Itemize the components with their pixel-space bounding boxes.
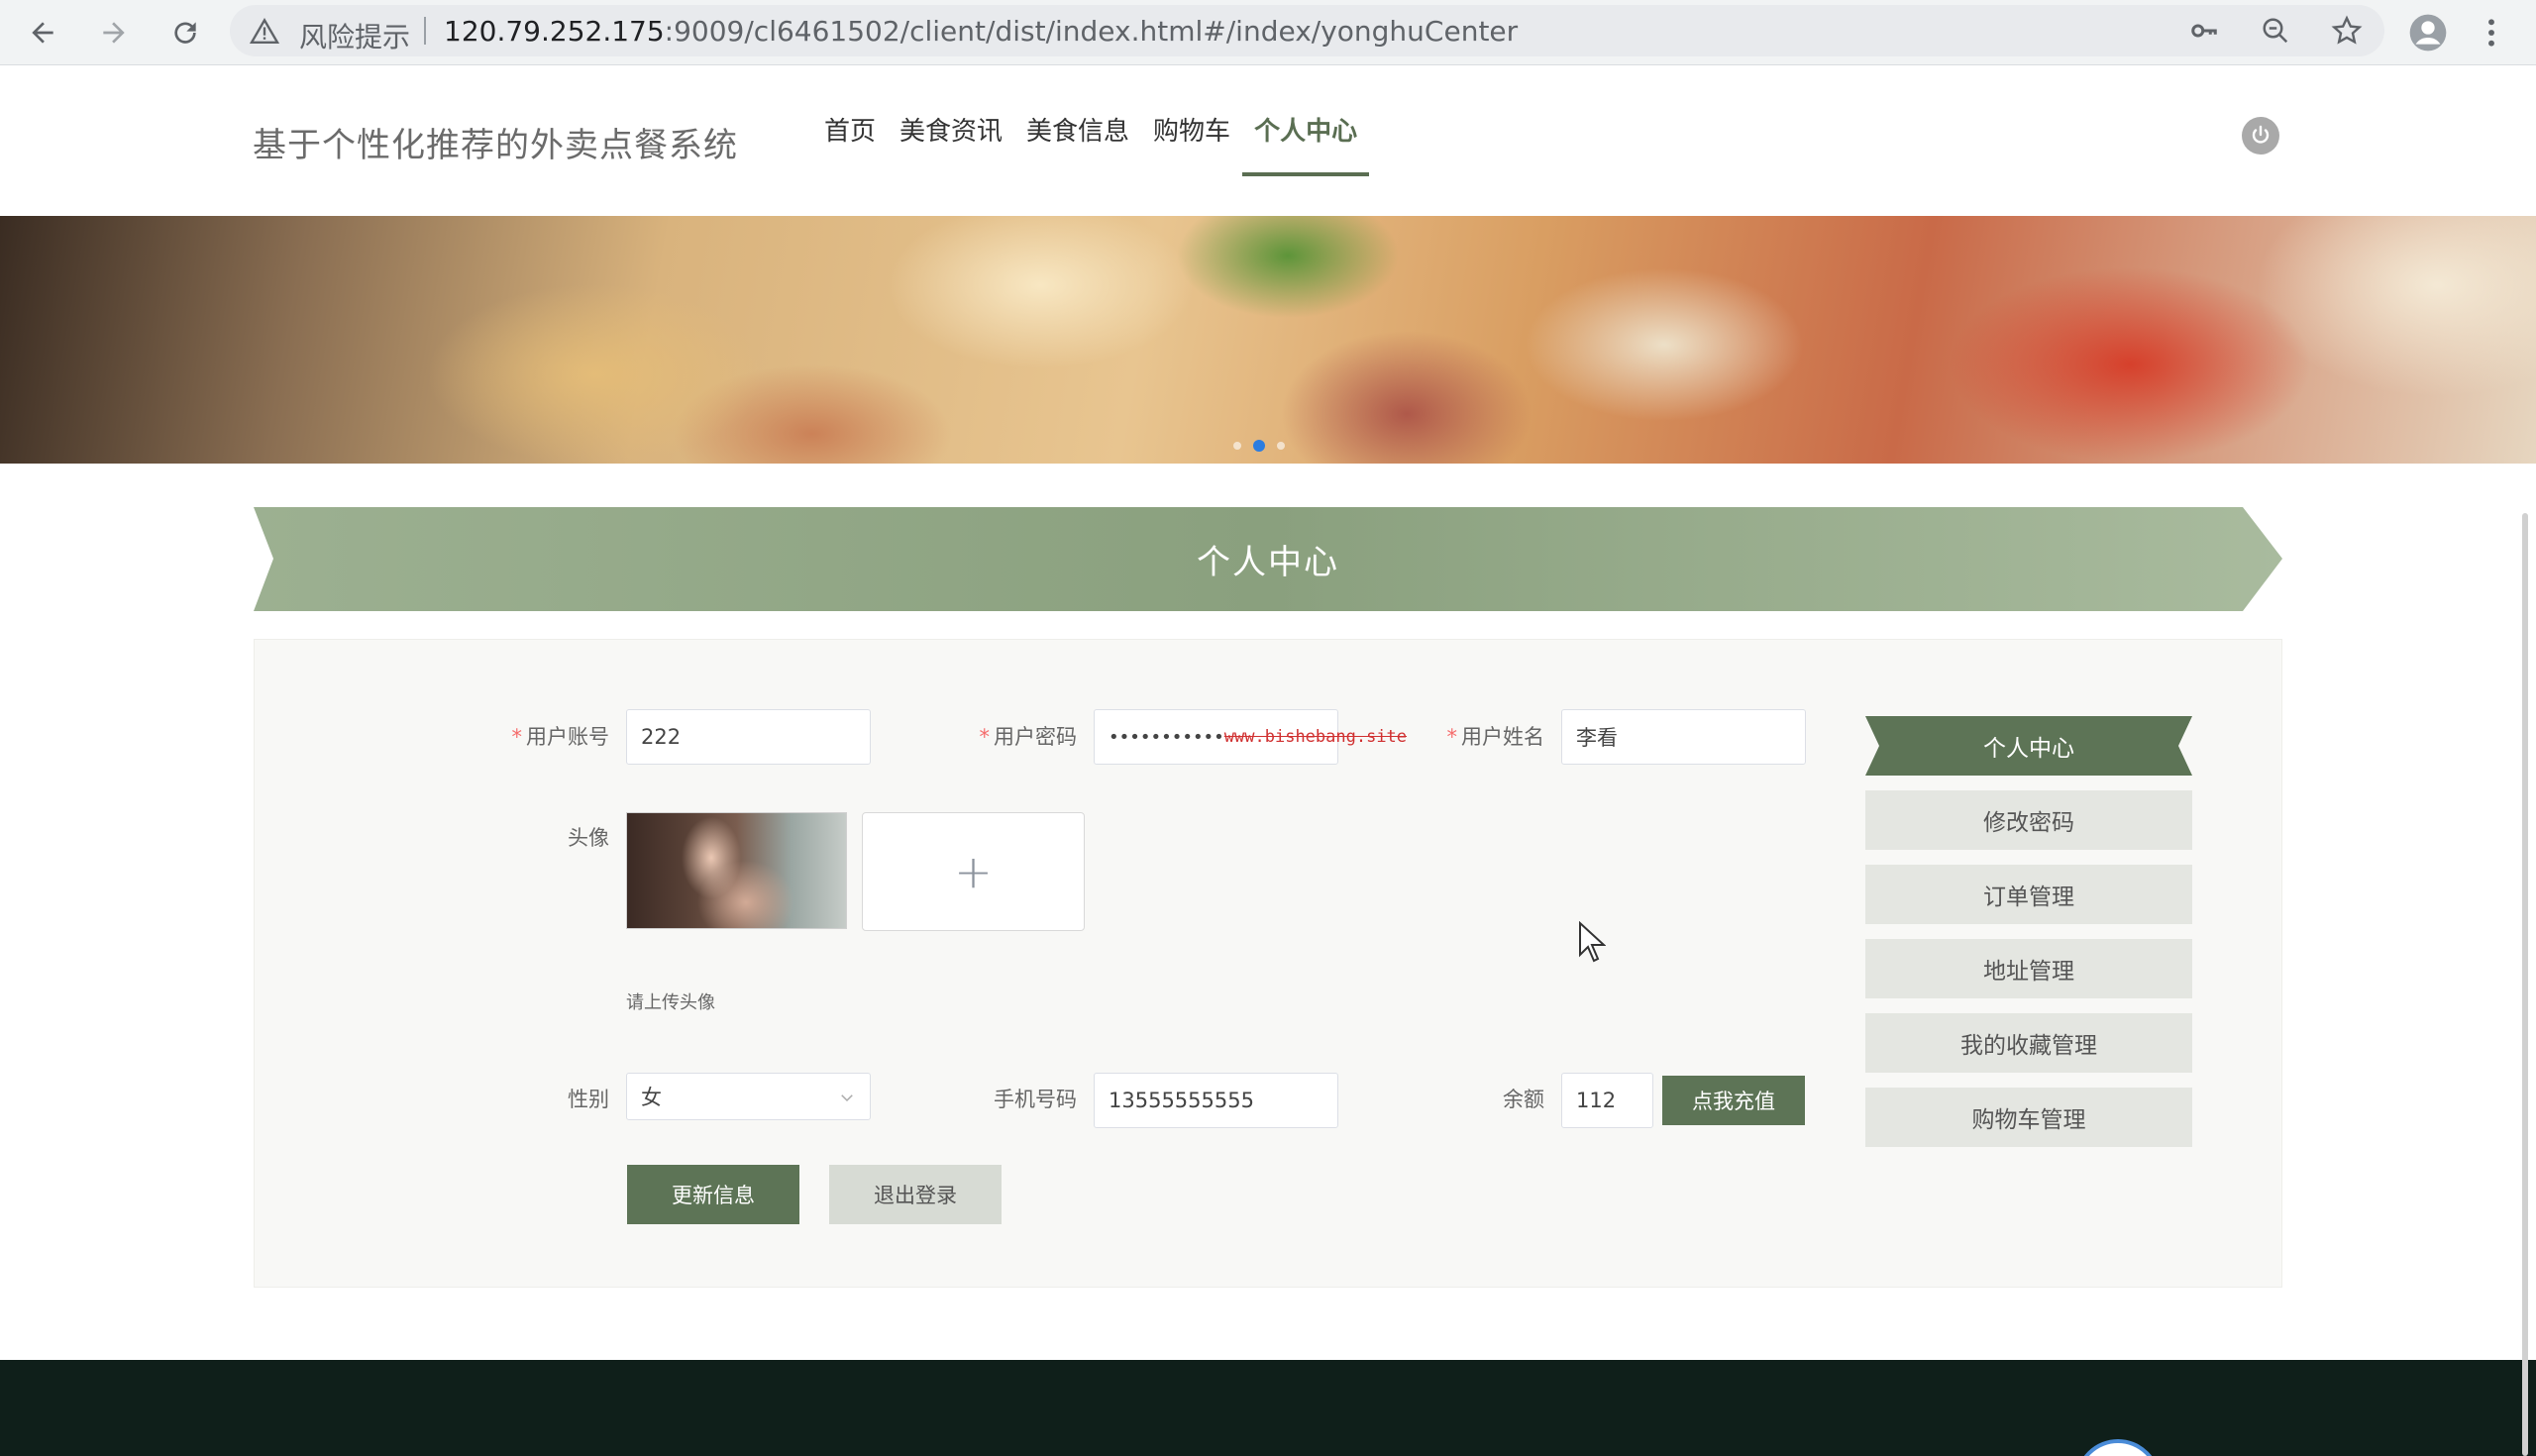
account-input[interactable]: 222 [626, 709, 871, 765]
gender-label: 性别 [568, 1088, 609, 1111]
chevron-down-icon [838, 1088, 856, 1111]
bookmark-star-icon[interactable] [2329, 13, 2365, 49]
power-icon[interactable] [2242, 117, 2279, 155]
menu-change-password[interactable]: 修改密码 [1865, 790, 2192, 850]
name-input[interactable]: 李看 [1561, 709, 1806, 765]
zoom-out-icon[interactable] [2258, 13, 2293, 49]
site-header: 基于个性化推荐的外卖点餐系统 首页 美食资讯 美食信息 购物车 个人中心 [0, 65, 2536, 216]
menu-address-management[interactable]: 地址管理 [1865, 939, 2192, 998]
nav-user-center[interactable]: 个人中心 [1242, 65, 1370, 176]
logout-button[interactable]: 退出登录 [829, 1165, 1002, 1224]
carousel-dot-active[interactable] [1253, 440, 1265, 452]
avatar-upload-button[interactable]: + [862, 812, 1085, 931]
nav-food-news[interactable]: 美食资讯 [888, 65, 1014, 176]
main-nav: 首页 美食资讯 美食信息 购物车 个人中心 [812, 65, 1370, 216]
carousel-dot[interactable] [1277, 442, 1285, 450]
recharge-button[interactable]: 点我充值 [1662, 1076, 1805, 1125]
plus-icon: + [954, 845, 993, 898]
address-bar[interactable]: 风险提示 120.79.252.175:9009/cl6461502/clien… [230, 5, 2384, 56]
menu-favorites-management[interactable]: 我的收藏管理 [1865, 1013, 2192, 1073]
upload-hint: 请上传头像 [626, 992, 715, 1013]
security-warning-label[interactable]: 风险提示 [299, 16, 410, 55]
menu-cart-management[interactable]: 购物车管理 [1865, 1088, 2192, 1147]
url-text[interactable]: 120.79.252.175:9009/cl6461502/client/dis… [444, 15, 1518, 48]
url-host: 120.79.252.175 [444, 15, 665, 48]
update-info-button[interactable]: 更新信息 [627, 1165, 799, 1224]
password-input[interactable]: ••••••••••• www.bishebang.site [1094, 709, 1407, 765]
url-path: :9009/cl6461502/client/dist/index.html#/… [664, 15, 1519, 48]
site-title: 基于个性化推荐的外卖点餐系统 [253, 126, 738, 165]
back-icon[interactable] [20, 10, 65, 55]
carousel-dot[interactable] [1233, 442, 1241, 450]
reload-icon[interactable] [162, 10, 208, 55]
mouse-cursor-icon [1578, 920, 1607, 967]
separator [424, 17, 426, 45]
name-label: * 用户姓名 [1446, 725, 1545, 749]
menu-order-management[interactable]: 订单管理 [1865, 865, 2192, 924]
profile-avatar-icon[interactable] [2405, 10, 2451, 55]
password-label: * 用户密码 [979, 725, 1078, 749]
phone-label: 手机号码 [994, 1088, 1077, 1111]
footer-badge-icon [2075, 1439, 2161, 1456]
banner-carousel [0, 216, 2536, 464]
page-scrollbar[interactable] [2522, 513, 2528, 1456]
nav-home[interactable]: 首页 [812, 65, 888, 176]
warning-icon [249, 18, 280, 48]
avatar-label: 头像 [568, 826, 609, 850]
browser-toolbar: 风险提示 120.79.252.175:9009/cl6461502/clien… [0, 0, 2536, 65]
menu-user-center[interactable]: 个人中心 [1865, 716, 2192, 776]
avatar-image[interactable] [626, 812, 847, 929]
gender-value: 女 [641, 1086, 662, 1109]
section-title: 个人中心 [1197, 543, 1339, 582]
more-menu-icon[interactable] [2469, 10, 2514, 55]
account-label: * 用户账号 [511, 725, 610, 749]
nav-cart[interactable]: 购物车 [1141, 65, 1242, 176]
carousel-indicators [1233, 440, 1285, 452]
balance-input[interactable]: 112 [1561, 1073, 1653, 1128]
password-dots: ••••••••••• [1109, 726, 1224, 748]
section-title-ribbon: 个人中心 [254, 507, 2282, 611]
balance-label: 余额 [1503, 1088, 1544, 1111]
gender-select[interactable]: 女 [626, 1073, 871, 1120]
password-watermark: www.bishebang.site [1223, 727, 1408, 747]
phone-input[interactable]: 13555555555 [1094, 1073, 1338, 1128]
menu-label: 个人中心 [1983, 736, 2074, 762]
site-footer [0, 1360, 2536, 1456]
forward-icon[interactable] [91, 10, 137, 55]
key-icon[interactable] [2186, 13, 2222, 49]
nav-food-info[interactable]: 美食信息 [1014, 65, 1141, 176]
